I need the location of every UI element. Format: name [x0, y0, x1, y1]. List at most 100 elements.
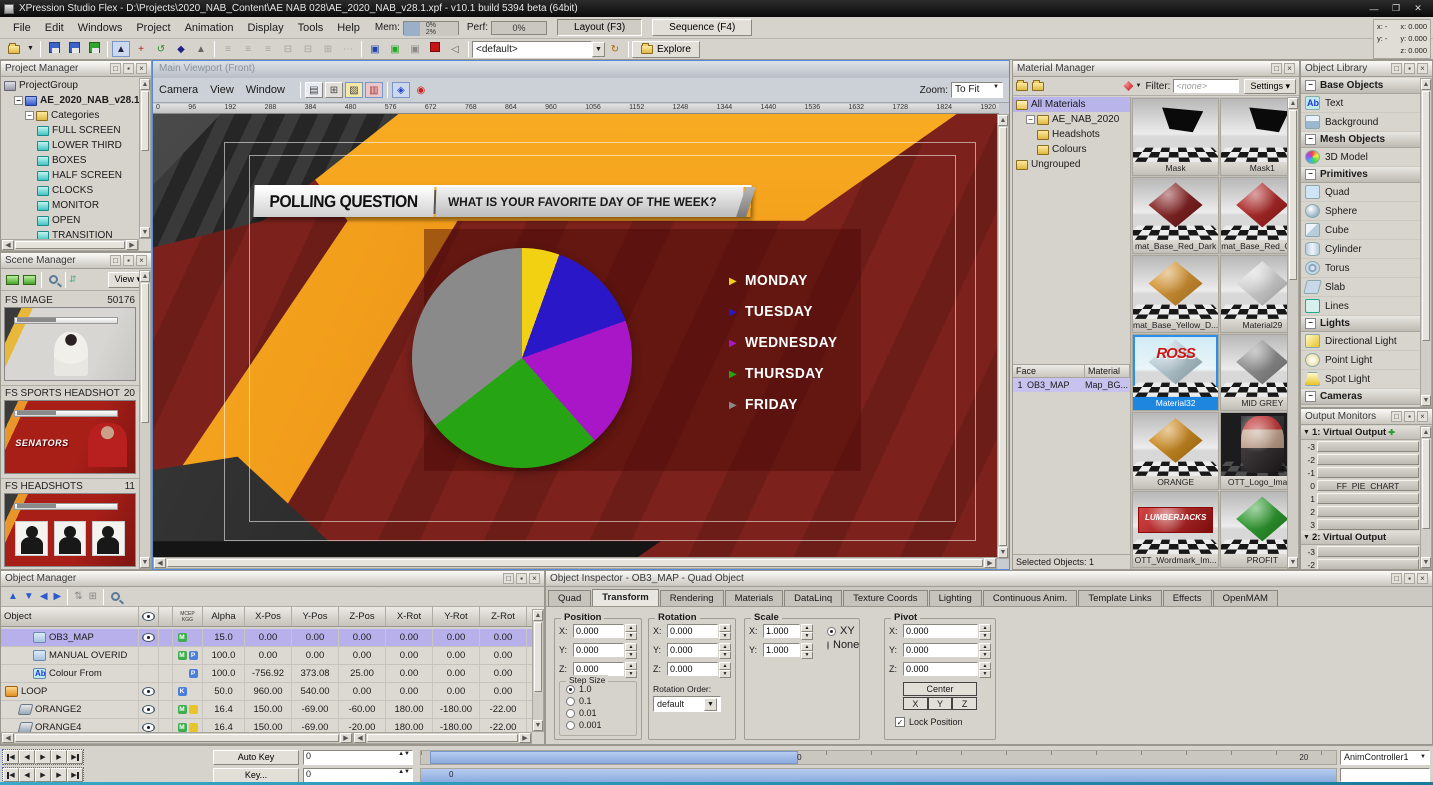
object-row[interactable]: MANUAL OVERID M P 100.0 0.00 0.00 0.00 0…	[1, 647, 532, 665]
scene-thumbnail[interactable]: SENATORS	[4, 400, 136, 474]
monitor-entry[interactable]: 0 FF_PIE_CHART	[1301, 479, 1420, 492]
ol-vscrollbar[interactable]: ▲▼	[1420, 78, 1432, 407]
save-all-button[interactable]	[85, 41, 103, 57]
filter-asc-icon[interactable]: ⇵	[69, 274, 77, 285]
pivot-axis-button[interactable]: X	[903, 697, 928, 710]
restore-panel-icon[interactable]: □	[110, 63, 121, 74]
zrot-value[interactable]: 0.00	[480, 665, 527, 682]
monitor-entry[interactable]: 2	[1301, 505, 1420, 518]
spinner-buttons[interactable]: ▲▼	[719, 662, 731, 676]
yrot-value[interactable]: 0.00	[433, 629, 480, 646]
monitor-layer-content[interactable]	[1317, 519, 1419, 530]
restore-panel-icon[interactable]: □	[1391, 573, 1402, 584]
xrot-value[interactable]: 180.00	[386, 719, 433, 732]
library-entry[interactable]: Directional Light	[1301, 332, 1420, 351]
material-thumbnail[interactable]: ROSS	[1133, 335, 1218, 398]
material-tree-item[interactable]: All Materials	[1013, 97, 1130, 112]
grid-icon[interactable]: ⊞	[325, 82, 343, 98]
pivot-input[interactable]	[903, 662, 978, 676]
ypos-value[interactable]: -69.00	[292, 719, 339, 732]
scene-card[interactable]: FS IMAGE 50176	[1, 293, 139, 386]
timeline-track-bottom[interactable]: 0	[420, 768, 1337, 783]
library-entry[interactable]: 3D Model	[1301, 148, 1420, 167]
close-panel-icon[interactable]: ×	[136, 255, 147, 266]
spinner-buttons[interactable]: ▲▼	[625, 643, 637, 657]
spinner-buttons[interactable]: ▲▼	[801, 624, 813, 638]
pick-tool-icon[interactable]: ▲	[192, 41, 210, 57]
align-middle-icon[interactable]: ⊟	[299, 41, 317, 57]
spinner-buttons[interactable]: ▲▼	[979, 662, 991, 676]
material-tree-item[interactable]: Headshots	[1013, 127, 1130, 142]
transport-button[interactable]: ◀	[3, 768, 19, 782]
menu-item[interactable]: Tools	[291, 20, 331, 36]
open-project-button[interactable]	[5, 41, 23, 57]
library-entry[interactable]: Lines	[1301, 297, 1420, 316]
timeline-clip[interactable]: 0	[430, 751, 798, 764]
move-in-icon[interactable]: ▶	[54, 591, 62, 602]
combo-dropdown-icon[interactable]: ▼	[592, 42, 605, 57]
object-row[interactable]: ORANGE2 M 16.4 150.00 -69.00 -60.00 180.…	[1, 701, 532, 719]
xpos-value[interactable]: 0.00	[245, 629, 292, 646]
project-tree-item[interactable]: HALF SCREEN	[1, 168, 139, 183]
badges-column-header[interactable]: MCEPKGG	[173, 607, 203, 626]
material-type-icon[interactable]	[1123, 81, 1133, 91]
pin-panel-icon[interactable]: ▪	[1404, 63, 1415, 74]
timeline-track-top[interactable]: 10 20 0	[420, 750, 1337, 765]
material-thumbnail[interactable]	[1221, 492, 1287, 555]
library-entry[interactable]: Point Light	[1301, 351, 1420, 370]
material-thumbnail[interactable]	[1133, 413, 1218, 476]
anim-controller-combo[interactable]: AnimController1▼	[1340, 750, 1430, 765]
zrot-value[interactable]: 0.00	[480, 629, 527, 646]
project-tree-item[interactable]: FULL SCREEN	[1, 123, 139, 138]
material-groups-icon[interactable]	[1032, 82, 1044, 91]
pivot-axis-button[interactable]: Y	[928, 697, 953, 710]
library-entry[interactable]: Primitives	[1301, 167, 1420, 183]
new-scene-group-icon[interactable]	[23, 275, 36, 285]
library-entry[interactable]: Slab	[1301, 278, 1420, 297]
material-card[interactable]: MID GREY	[1220, 334, 1287, 412]
guard-icon[interactable]: ▣	[366, 41, 384, 57]
object-row[interactable]: Colour From P 100.0 -756.92 373.08 25.00…	[1, 665, 532, 683]
position-input[interactable]	[573, 624, 624, 638]
save-as-button[interactable]	[65, 41, 83, 57]
tree-expander-icon[interactable]: −	[14, 96, 23, 105]
material-card[interactable]: LUMBERJACKS OTT_Wordmark_Im...	[1132, 491, 1219, 569]
pin-panel-icon[interactable]: ▪	[1404, 573, 1415, 584]
spinner-buttons[interactable]: ▲▼	[625, 624, 637, 638]
xrot-value[interactable]: 180.00	[386, 701, 433, 718]
move-out-icon[interactable]: ◀	[40, 591, 48, 602]
inspector-tab[interactable]: Lighting	[929, 590, 982, 606]
xpos-value[interactable]: 150.00	[245, 701, 292, 718]
project-tree-item[interactable]: OPEN	[1, 213, 139, 228]
refresh-icon[interactable]: ↻	[606, 41, 624, 57]
tree-expander-icon[interactable]: −	[25, 111, 34, 120]
material-thumbnail[interactable]	[1133, 256, 1218, 319]
inspector-tab[interactable]: DataLinq	[784, 590, 842, 606]
xrot-value[interactable]: 0.00	[386, 647, 433, 664]
scale-tool-icon[interactable]: ◆	[172, 41, 190, 57]
anim-spinner[interactable]	[1340, 768, 1430, 782]
key-button[interactable]: Key...	[213, 768, 299, 783]
omon-vscrollbar[interactable]: ▲▼	[1420, 426, 1432, 569]
menu-item[interactable]: Display	[241, 20, 291, 36]
ypos-value[interactable]: 0.00	[292, 629, 339, 646]
restore-panel-icon[interactable]: □	[110, 255, 121, 266]
yrot-value[interactable]: 0.00	[433, 683, 480, 700]
yrot-value[interactable]: -180.00	[433, 719, 480, 732]
scene-card[interactable]: FS SPORTS HEADSHOT 20 SENATORS	[1, 386, 139, 479]
zpos-value[interactable]: -60.00	[339, 701, 386, 718]
close-panel-icon[interactable]: ×	[1284, 63, 1295, 74]
tree-expander-icon[interactable]: −	[1026, 115, 1035, 124]
align-top-icon[interactable]: ⊟	[279, 41, 297, 57]
monitor-layer-content[interactable]	[1317, 559, 1419, 569]
inspector-tab[interactable]: Rendering	[660, 590, 724, 606]
visibility-eye-icon[interactable]	[142, 687, 155, 696]
spinner-buttons[interactable]: ▲▼	[719, 643, 731, 657]
material-tree-item[interactable]: Colours	[1013, 142, 1130, 157]
move-up-icon[interactable]: ▲	[8, 591, 18, 602]
audio-icon[interactable]: ◁	[446, 41, 464, 57]
zrot-value[interactable]: -22.00	[480, 701, 527, 718]
monitor-entry[interactable]: 3	[1301, 518, 1420, 531]
info-column-icon[interactable]	[159, 607, 173, 626]
ypos-value[interactable]: 373.08	[292, 665, 339, 682]
